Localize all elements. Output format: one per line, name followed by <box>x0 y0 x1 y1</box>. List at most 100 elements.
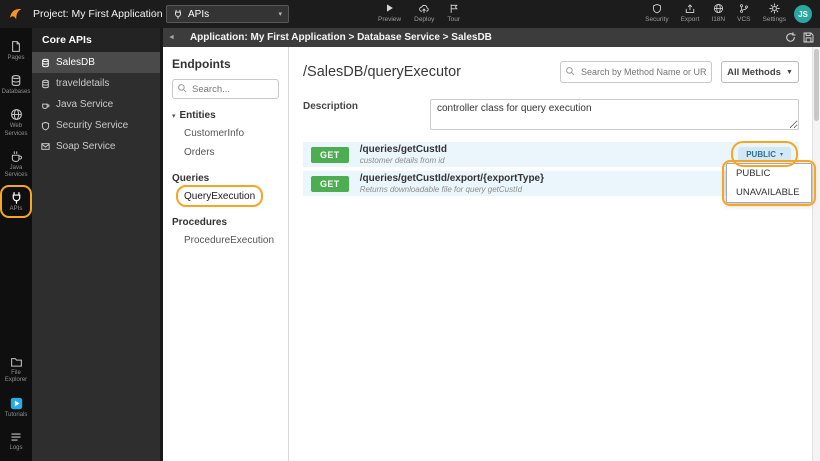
main-header: /SalesDB/queryExecutor All Methods ▼ <box>303 61 799 83</box>
services-panel: Core APIs SalesDB traveldetails Java Ser… <box>32 28 160 461</box>
rail-label: Pages <box>7 55 25 61</box>
endpoint-item-label: QueryExecution <box>184 191 256 202</box>
endpoint-info: /queries/getCustId/export/{exportType} R… <box>360 173 544 194</box>
endpoint-item-queryexecution[interactable]: QueryExecution <box>172 185 279 207</box>
globe-icon <box>713 2 724 14</box>
deploy-label: Deploy <box>414 16 435 23</box>
gear-icon <box>769 2 780 14</box>
endpoint-item-orders[interactable]: Orders <box>172 143 279 162</box>
method-badge: GET <box>311 175 349 192</box>
preview-button[interactable]: Preview <box>378 2 401 23</box>
endpoint-item-customerinfo[interactable]: CustomerInfo <box>172 124 279 143</box>
module-dropdown[interactable]: APIs ▾ <box>166 5 289 23</box>
rail-label: Logs <box>9 444 23 451</box>
branch-icon <box>739 2 749 14</box>
endpoints-search <box>172 79 279 99</box>
deploy-cloud-icon <box>418 2 430 14</box>
visibility-dropdown[interactable]: PUBLIC ▾ <box>731 141 798 167</box>
globe-icon <box>10 108 23 121</box>
save-button[interactable] <box>803 32 814 43</box>
vcs-button[interactable]: VCS <box>737 2 751 23</box>
endpoint-row[interactable]: GET /queries/getCustId customer details … <box>303 141 799 167</box>
settings-button[interactable]: Settings <box>763 2 786 23</box>
visibility-label: PUBLIC <box>746 150 776 159</box>
module-dropdown-label: APIs <box>188 8 210 20</box>
left-icon-rail: Pages Databases Web Services Java Servic… <box>0 28 32 461</box>
wavemaker-logo-icon <box>8 6 24 22</box>
section-queries[interactable]: Queries <box>172 173 279 184</box>
shield-icon <box>652 2 662 14</box>
panel-divider <box>160 28 163 461</box>
export-button[interactable]: Export <box>680 2 700 23</box>
rail-item-apis[interactable]: APIs <box>0 185 32 219</box>
export-label: Export <box>680 16 700 23</box>
endpoints-panel: Endpoints ▾ Entities CustomerInfo Orders… <box>163 47 289 461</box>
rail-item-logs[interactable]: Logs <box>1 427 31 455</box>
rail-item-pages[interactable]: Pages <box>1 36 31 65</box>
database-icon <box>41 79 50 89</box>
tour-label: Tour <box>447 16 461 23</box>
rail-label: Tutorials <box>4 411 28 418</box>
deploy-button[interactable]: Deploy <box>414 2 434 23</box>
vcs-label: VCS <box>737 16 751 23</box>
service-item-label: Java Service <box>56 99 114 110</box>
caret-down-icon: ▾ <box>278 11 282 18</box>
method-badge: GET <box>311 146 349 163</box>
service-item-salesdb[interactable]: SalesDB <box>32 52 160 73</box>
i18n-button[interactable]: I18N <box>711 2 725 23</box>
page-title: /SalesDB/queryExecutor <box>303 64 461 80</box>
main-content: /SalesDB/queryExecutor All Methods ▼ Des… <box>289 47 816 461</box>
scrollbar-thumb[interactable] <box>814 49 819 121</box>
visibility-option-public[interactable]: PUBLIC <box>727 164 811 183</box>
endpoints-search-input[interactable] <box>172 79 279 99</box>
breadcrumb-actions <box>785 32 814 43</box>
app-window: Project: My First Application › APIs ▾ P… <box>0 0 820 461</box>
endpoint-info: /queries/getCustId customer details from… <box>360 144 447 165</box>
collapse-panel-icon[interactable]: ◄ <box>163 34 180 41</box>
caret-down-icon: ▾ <box>779 152 783 158</box>
service-item-label: traveldetails <box>56 78 110 89</box>
visibility-option-unavailable[interactable]: UNAVAILABLE <box>727 183 811 202</box>
service-item-label: Security Service <box>56 120 129 131</box>
description-row: Description controller class for query e… <box>303 99 799 130</box>
methods-filter-label: All Methods <box>727 66 781 78</box>
rail-label: APIs <box>9 206 23 213</box>
service-item-soap-service[interactable]: Soap Service <box>32 136 160 157</box>
tour-button[interactable]: Tour <box>447 2 460 23</box>
visibility-menu: PUBLIC UNAVAILABLE <box>722 160 816 206</box>
topbar-actions: Preview Deploy Tour <box>378 2 460 23</box>
logs-icon <box>10 431 22 443</box>
pages-icon <box>10 40 22 53</box>
endpoint-item-procedureexecution[interactable]: ProcedureExecution <box>172 231 279 250</box>
rail-label: Java Services <box>4 164 28 178</box>
methods-filter-dropdown[interactable]: All Methods ▼ <box>721 61 799 83</box>
refresh-button[interactable] <box>785 32 796 43</box>
section-label: Procedures <box>172 217 228 228</box>
endpoint-row[interactable]: GET /queries/getCustId/export/{exportTyp… <box>303 171 799 196</box>
search-icon <box>565 66 575 76</box>
shield-icon <box>41 121 50 131</box>
section-entities[interactable]: ▾ Entities <box>172 110 279 121</box>
user-avatar[interactable]: JS <box>794 5 812 23</box>
vertical-scrollbar[interactable] <box>812 47 820 461</box>
rail-item-java-services[interactable]: Java Services <box>1 146 31 182</box>
rail-item-databases[interactable]: Databases <box>1 70 31 99</box>
security-button[interactable]: Security <box>645 2 669 23</box>
search-icon <box>177 83 187 93</box>
tour-flag-icon <box>449 2 459 14</box>
service-item-java-service[interactable]: Java Service <box>32 94 160 115</box>
preview-label: Preview <box>378 16 402 23</box>
service-item-label: Soap Service <box>56 141 116 152</box>
description-input[interactable]: controller class for query execution <box>430 99 799 130</box>
rail-item-web-services[interactable]: Web Services <box>1 104 31 140</box>
caret-down-icon: ▾ <box>172 112 176 120</box>
method-search-input[interactable] <box>560 61 712 83</box>
export-icon <box>685 2 695 14</box>
envelope-icon <box>41 142 50 151</box>
rail-item-tutorials[interactable]: Tutorials <box>1 393 31 422</box>
rail-item-file-explorer[interactable]: File Explorer <box>1 352 31 387</box>
service-item-security-service[interactable]: Security Service <box>32 115 160 136</box>
rail-label: File Explorer <box>4 370 28 384</box>
section-procedures[interactable]: Procedures <box>172 217 279 228</box>
service-item-traveldetails[interactable]: traveldetails <box>32 73 160 94</box>
